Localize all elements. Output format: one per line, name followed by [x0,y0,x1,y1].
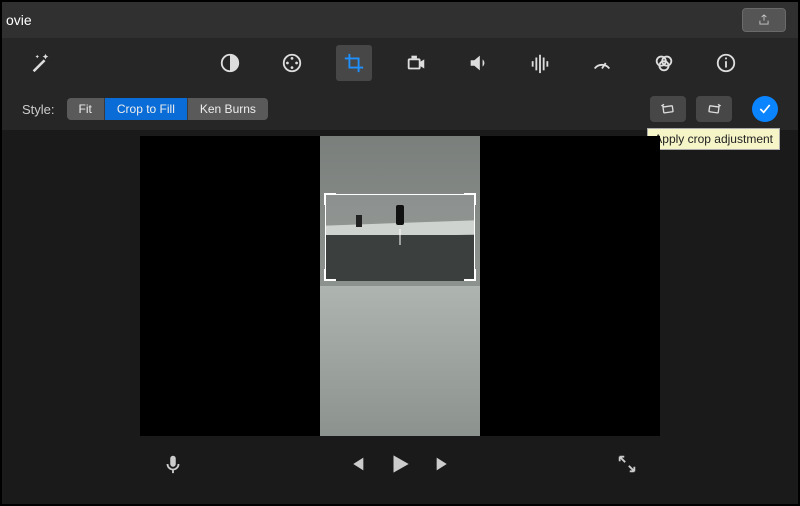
prev-button[interactable] [345,453,367,480]
speed-tool[interactable] [584,45,620,81]
apply-tooltip: Apply crop adjustment [647,128,780,150]
window-title: ovie [2,12,32,28]
crop-tool[interactable] [336,45,372,81]
wand-icon [29,52,51,74]
volume-tool[interactable] [460,45,496,81]
speaker-icon [467,52,489,74]
crop-handle-tl[interactable] [324,193,336,205]
rotate-ccw-button[interactable] [650,96,686,122]
crop-icon [343,52,365,74]
color-balance-tool[interactable] [212,45,248,81]
gauge-icon [591,52,613,74]
play-icon [387,451,413,477]
style-ken-burns[interactable]: Ken Burns [188,98,268,120]
info-tool[interactable] [708,45,744,81]
apply-crop-button[interactable] [752,96,778,122]
overlap-circles-icon [653,52,675,74]
color-wheel-tool[interactable] [274,45,310,81]
play-button[interactable] [387,451,413,482]
color-correct-tool[interactable] [646,45,682,81]
stabilize-tool[interactable] [398,45,434,81]
style-crop-to-fill[interactable]: Crop to Fill [105,98,188,120]
equalizer-icon [529,52,551,74]
next-button[interactable] [433,453,455,480]
preview-viewer[interactable] [140,136,660,436]
camera-icon [405,52,427,74]
transport-bar [2,436,798,496]
crop-handle-br[interactable] [464,269,476,281]
rotate-cw-icon [704,101,724,117]
fullscreen-button[interactable] [616,453,638,480]
check-icon [757,101,773,117]
share-button[interactable] [742,8,786,32]
info-icon [715,52,737,74]
rotate-cw-button[interactable] [696,96,732,122]
adjust-toolbar [2,38,798,88]
half-circle-icon [219,52,241,74]
prev-icon [345,453,367,475]
expand-icon [616,453,638,475]
style-segment: Fit Crop to Fill Ken Burns [67,98,268,120]
crop-rectangle[interactable] [325,194,475,280]
crop-style-row: Style: Fit Crop to Fill Ken Burns Apply … [2,88,798,130]
rotate-ccw-icon [658,101,678,117]
noise-tool[interactable] [522,45,558,81]
style-fit[interactable]: Fit [67,98,105,120]
titlebar: ovie [2,2,798,38]
next-icon [433,453,455,475]
style-label: Style: [22,102,55,117]
share-icon [757,13,771,27]
enhance-tool[interactable] [22,45,58,81]
palette-icon [281,52,303,74]
video-clip [320,136,480,436]
voiceover-button[interactable] [162,453,184,480]
crop-handle-bl[interactable] [324,269,336,281]
mic-icon [162,453,184,475]
crop-handle-tr[interactable] [464,193,476,205]
